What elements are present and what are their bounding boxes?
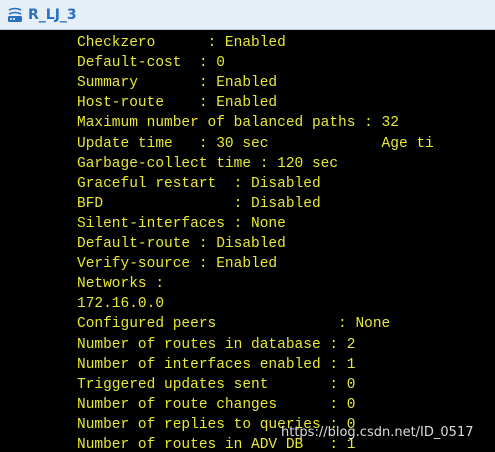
terminal-line: Update time : 30 sec Age ti [77, 135, 434, 152]
terminal-line: Maximum number of balanced paths : 32 [77, 115, 399, 132]
terminal-line: Triggered updates sent : 0 [77, 376, 356, 393]
network-device-icon [8, 7, 22, 22]
terminal-output[interactable]: Checkzero : Enabled Default-cost : 0 Summa… [0, 31, 495, 452]
watermark-text: https://blog.csdn.net/ID_0517 [281, 425, 474, 440]
terminal-line: 172.16.0.0 [77, 296, 165, 313]
terminal-line: Checkzero : Enabled [77, 35, 286, 51]
terminal-line: Number of interfaces enabled : 1 [77, 356, 356, 373]
terminal-window: R_LJ_3 Checkzero : Enabled Default-cost :… [0, 0, 495, 452]
terminal-line: Number of route changes : 0 [77, 396, 356, 413]
window-title: R_LJ_3 [28, 6, 77, 23]
terminal-line: Default-cost : 0 [77, 55, 225, 72]
terminal-line: Default-route : Disabled [77, 236, 286, 252]
terminal-line: Number of routes in database : 2 [77, 336, 356, 353]
terminal-line: Configured peers : None [77, 316, 391, 333]
terminal-line: Networks : [77, 276, 165, 293]
terminal-line: Garbage-collect time : 120 sec [77, 155, 339, 172]
terminal-line: BFD : Disabled [77, 195, 321, 212]
terminal-line: Graceful restart : Disabled [77, 175, 321, 192]
terminal-line: Summary : Enabled [77, 75, 278, 92]
terminal-line: Verify-source : Enabled [77, 256, 278, 273]
terminal-line: Silent-interfaces : None [77, 215, 286, 232]
terminal-line: Host-route : Enabled [77, 95, 278, 112]
title-bar[interactable]: R_LJ_3 [0, 0, 495, 30]
